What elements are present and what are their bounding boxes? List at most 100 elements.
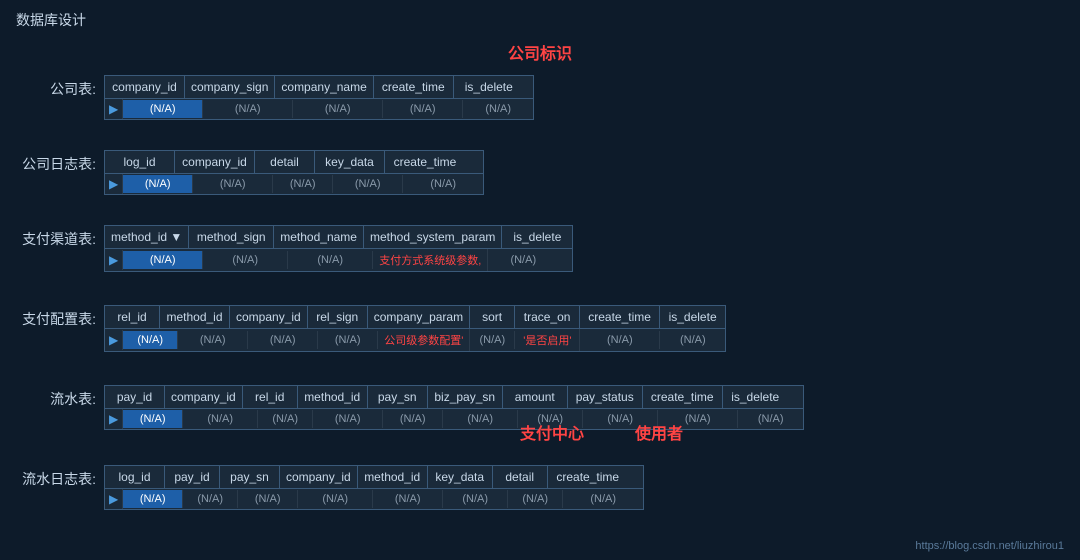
- col-header-4-5: biz_pay_sn: [428, 386, 503, 408]
- col-header-4-7: pay_status: [568, 386, 643, 408]
- col-header-3-0: rel_id: [105, 306, 160, 328]
- col-header-3-7: create_time: [580, 306, 660, 328]
- table-row-container-0: 公司表: company_idcompany_signcompany_namecr…: [16, 75, 534, 120]
- table-label-1: 公司日志表:: [16, 150, 96, 174]
- col-header-5-0: log_id: [105, 466, 165, 488]
- col-cell-5-0: (N/A): [123, 490, 183, 508]
- db-table-1: log_idcompany_iddetailkey_datacreate_tim…: [104, 150, 484, 195]
- table-row-container-4: 流水表: pay_idcompany_idrel_idmethod_idpay_s…: [16, 385, 804, 430]
- row-indicator-5: ▶: [105, 489, 123, 509]
- col-header-5-4: method_id: [358, 466, 428, 488]
- col-cell-5-6: (N/A): [508, 490, 563, 508]
- table-label-5: 流水日志表:: [16, 465, 96, 489]
- db-table-2: method_id ▼method_signmethod_namemethod_…: [104, 225, 573, 272]
- col-cell-1-4: (N/A): [403, 175, 483, 193]
- db-table-4: pay_idcompany_idrel_idmethod_idpay_snbiz…: [104, 385, 804, 430]
- col-cell-5-7: (N/A): [563, 490, 643, 508]
- col-header-3-3: rel_sign: [308, 306, 368, 328]
- col-cell-1-0: (N/A): [123, 175, 193, 193]
- col-header-4-2: rel_id: [243, 386, 298, 408]
- col-header-4-8: create_time: [643, 386, 723, 408]
- col-header-5-1: pay_id: [165, 466, 220, 488]
- col-header-0-4: is_delete: [454, 76, 524, 98]
- col-cell-0-0: (N/A): [123, 100, 203, 118]
- col-cell-3-0: (N/A): [123, 331, 178, 349]
- col-cell-2-1: (N/A): [203, 251, 288, 269]
- col-cell-2-3: 支付方式系统级参数,: [373, 249, 488, 271]
- row-indicator-4: ▶: [105, 409, 123, 429]
- col-cell-3-3: (N/A): [318, 331, 378, 349]
- col-header-1-0: log_id: [105, 151, 175, 173]
- col-cell-1-1: (N/A): [193, 175, 273, 193]
- db-table-3: rel_idmethod_idcompany_idrel_signcompany…: [104, 305, 726, 352]
- col-header-0-2: company_name: [275, 76, 373, 98]
- col-cell-5-1: (N/A): [183, 490, 238, 508]
- table-label-2: 支付渠道表:: [16, 225, 96, 249]
- db-table-0: company_idcompany_signcompany_namecreate…: [104, 75, 534, 120]
- col-cell-4-0: (N/A): [123, 410, 183, 428]
- col-header-3-5: sort: [470, 306, 515, 328]
- payment-center-label: 支付中心: [520, 420, 584, 444]
- col-cell-3-4: 公司级参数配置': [378, 329, 470, 351]
- table-row-container-5: 流水日志表: log_idpay_idpay_sncompany_idmethod…: [16, 465, 644, 510]
- col-cell-3-5: (N/A): [470, 331, 515, 349]
- col-header-3-4: company_param: [368, 306, 470, 328]
- table-label-4: 流水表:: [16, 385, 96, 409]
- col-cell-1-2: (N/A): [273, 175, 333, 193]
- table-row-container-2: 支付渠道表: method_id ▼method_signmethod_namem…: [16, 225, 573, 272]
- col-header-2-1: method_sign: [189, 226, 274, 248]
- col-cell-2-2: (N/A): [288, 251, 373, 269]
- row-indicator-3: ▶: [105, 330, 123, 350]
- col-cell-2-0: (N/A): [123, 251, 203, 269]
- col-header-4-1: company_id: [165, 386, 243, 408]
- user-label: 使用者: [635, 420, 683, 444]
- col-header-1-1: company_id: [175, 151, 255, 173]
- col-cell-4-1: (N/A): [183, 410, 258, 428]
- col-cell-4-5: (N/A): [443, 410, 518, 428]
- col-header-5-2: pay_sn: [220, 466, 280, 488]
- col-cell-3-2: (N/A): [248, 331, 318, 349]
- col-header-2-0: method_id ▼: [105, 226, 189, 248]
- col-cell-4-3: (N/A): [313, 410, 383, 428]
- col-cell-4-9: (N/A): [738, 410, 803, 428]
- col-header-2-3: method_system_param: [364, 226, 502, 248]
- col-header-2-2: method_name: [274, 226, 364, 248]
- col-header-4-4: pay_sn: [368, 386, 428, 408]
- col-cell-0-1: (N/A): [203, 100, 293, 118]
- col-cell-5-4: (N/A): [373, 490, 443, 508]
- col-cell-0-2: (N/A): [293, 100, 383, 118]
- table-row-container-3: 支付配置表:rel_idmethod_idcompany_idrel_signc…: [16, 305, 726, 352]
- col-header-0-0: company_id: [105, 76, 185, 98]
- db-table-5: log_idpay_idpay_sncompany_idmethod_idkey…: [104, 465, 644, 510]
- col-header-0-3: create_time: [374, 76, 454, 98]
- col-cell-3-7: (N/A): [580, 331, 660, 349]
- col-header-3-6: trace_on: [515, 306, 580, 328]
- col-cell-2-4: (N/A): [488, 251, 558, 269]
- col-header-0-1: company_sign: [185, 76, 275, 98]
- table-label-3: 支付配置表:: [16, 305, 96, 329]
- col-cell-0-4: (N/A): [463, 100, 533, 118]
- col-header-3-2: company_id: [230, 306, 308, 328]
- col-header-5-5: key_data: [428, 466, 493, 488]
- col-header-5-3: company_id: [280, 466, 358, 488]
- col-header-2-4: is_delete: [502, 226, 572, 248]
- company-sign-label: 公司标识: [508, 40, 572, 64]
- col-cell-5-3: (N/A): [298, 490, 373, 508]
- col-cell-5-5: (N/A): [443, 490, 508, 508]
- col-cell-3-6: '是否启用': [515, 329, 580, 351]
- col-cell-5-2: (N/A): [238, 490, 298, 508]
- col-header-5-6: detail: [493, 466, 548, 488]
- col-cell-3-1: (N/A): [178, 331, 248, 349]
- col-header-4-6: amount: [503, 386, 568, 408]
- col-header-3-8: is_delete: [660, 306, 725, 328]
- col-header-4-3: method_id: [298, 386, 368, 408]
- footer-url: https://blog.csdn.net/liuzhirou1: [915, 540, 1064, 552]
- col-header-1-3: key_data: [315, 151, 385, 173]
- row-indicator-0: ▶: [105, 99, 123, 119]
- col-cell-0-3: (N/A): [383, 100, 463, 118]
- col-cell-4-2: (N/A): [258, 410, 313, 428]
- table-label-0: 公司表:: [16, 75, 96, 99]
- table-row-container-1: 公司日志表: log_idcompany_iddetailkey_datacrea…: [16, 150, 484, 195]
- col-header-3-1: method_id: [160, 306, 230, 328]
- col-cell-3-8: (N/A): [660, 331, 725, 349]
